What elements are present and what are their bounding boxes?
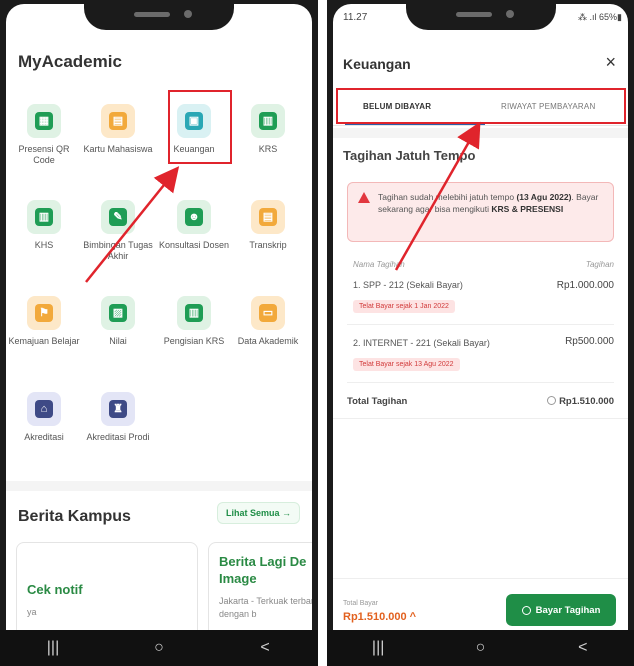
menu-item-data-akademik[interactable]: ▭ Data Akademik xyxy=(232,296,304,347)
alert-date: (13 Agu 2022) xyxy=(516,192,572,202)
news-card[interactable]: Cek notif ya xyxy=(16,542,198,630)
total-amount-wrap: Rp1.510.000 xyxy=(547,396,614,407)
menu-label: Transkrip xyxy=(249,240,287,250)
footer-label: Total Bayar xyxy=(343,600,379,607)
news-card[interactable]: Berita Lagi De Image Jakarta - Terkuak t… xyxy=(208,542,312,630)
pay-bill-label: Bayar Tagihan xyxy=(535,604,601,616)
myacademic-screen: MyAcademic ▦ Presensi QR Code ▤ Kartu Ma… xyxy=(6,4,312,630)
khs-icon: ▥ xyxy=(27,200,61,234)
news-card-title: Cek notif xyxy=(27,582,83,597)
thesis-guidance-icon: ✎ xyxy=(101,200,135,234)
section-title: Tagihan Jatuh Tempo xyxy=(343,148,476,163)
status-indicators: ⁂ .ıl 65%▮ xyxy=(578,12,622,22)
home-button[interactable]: ○ xyxy=(139,639,179,657)
warning-icon xyxy=(358,192,370,203)
menu-item-presensi-qr[interactable]: ▦ Presensi QR Code xyxy=(8,104,80,166)
footer-amount[interactable]: Rp1.510.000 ^ xyxy=(343,611,416,623)
alert-text: Tagihan sudah melebihi jatuh tempo xyxy=(378,192,517,202)
bill-amount: Rp500.000 xyxy=(565,336,614,347)
learning-progress-icon: ⚑ xyxy=(27,296,61,330)
menu-item-akreditasi[interactable]: ⌂ Akreditasi xyxy=(8,392,80,443)
academic-data-icon: ▭ xyxy=(251,296,285,330)
menu-label: Akreditasi xyxy=(24,432,64,442)
menu-item-bimbingan-tugas-akhir[interactable]: ✎ Bimbingan Tugas Akhir xyxy=(82,200,154,262)
section-divider xyxy=(6,481,312,491)
late-badge: Telat Bayar sejak 13 Agu 2022 xyxy=(353,358,460,371)
see-all-button[interactable]: Lihat Semua → xyxy=(216,502,300,524)
news-card-desc: Jakarta - Terkuak terbaru dengan b xyxy=(219,596,312,619)
back-button[interactable]: < xyxy=(563,639,603,657)
bill-amount: Rp1.000.000 xyxy=(556,280,614,291)
alert-requirement: KRS & PRESENSI xyxy=(491,204,564,214)
check-circle-icon xyxy=(521,605,531,615)
menu-label: Nilai xyxy=(109,336,127,346)
menu-item-nilai[interactable]: ▨ Nilai xyxy=(82,296,154,347)
news-section-title: Berita Kampus xyxy=(18,508,131,525)
keuangan-highlight-box xyxy=(168,90,232,164)
krs-icon: ▥ xyxy=(251,104,285,138)
overdue-alert: Tagihan sudah melebihi jatuh tempo (13 A… xyxy=(347,182,614,242)
column-header-name: Nama Tagihan xyxy=(353,260,405,269)
total-label: Total Tagihan xyxy=(347,396,408,407)
transcript-icon: ▤ xyxy=(251,200,285,234)
list-divider xyxy=(333,418,628,419)
clock-icon xyxy=(547,396,557,405)
menu-label: Kemajuan Belajar xyxy=(8,336,80,346)
menu-item-kartu-mahasiswa[interactable]: ▤ Kartu Mahasiswa xyxy=(82,104,154,155)
keuangan-screen: 11.27 ⁂ .ıl 65%▮ Keuangan × BELUM DIBAYA… xyxy=(333,4,628,630)
recent-apps-button[interactable]: ||| xyxy=(358,639,398,657)
bill-name: 2. INTERNET - 221 (Sekali Bayar) xyxy=(353,338,490,348)
back-button[interactable]: < xyxy=(245,639,285,657)
section-divider xyxy=(333,128,628,138)
pay-bill-button[interactable]: Bayar Tagihan xyxy=(506,594,616,626)
bill-name: 1. SPP - 212 (Sekali Bayar) xyxy=(353,280,463,290)
phone-notch xyxy=(84,0,234,30)
lecturer-consultation-icon: ☻ xyxy=(177,200,211,234)
accreditation-icon: ⌂ xyxy=(27,392,61,426)
menu-item-konsultasi-dosen[interactable]: ☻ Konsultasi Dosen xyxy=(158,200,230,251)
program-accreditation-icon: ♜ xyxy=(101,392,135,426)
krs-filling-icon: ▥ xyxy=(177,296,211,330)
right-phone-frame: 11.27 ⁂ .ıl 65%▮ Keuangan × BELUM DIBAYA… xyxy=(327,0,634,666)
app-title: MyAcademic xyxy=(18,52,122,71)
menu-label: Akreditasi Prodi xyxy=(86,432,150,442)
news-card-desc: ya xyxy=(27,607,37,617)
news-card-title: Berita Lagi De Image xyxy=(219,554,307,586)
menu-label: Pengisian KRS xyxy=(163,336,225,346)
student-card-icon: ▤ xyxy=(101,104,135,138)
menu-item-krs[interactable]: ▥ KRS xyxy=(232,104,304,155)
recent-apps-button[interactable]: ||| xyxy=(33,639,73,657)
phone-notch xyxy=(405,0,556,30)
menu-item-khs[interactable]: ▥ KHS xyxy=(8,200,80,251)
menu-label: KHS xyxy=(34,240,54,250)
menu-label: Kartu Mahasiswa xyxy=(83,144,153,154)
grades-icon: ▨ xyxy=(101,296,135,330)
tabs-highlight-box xyxy=(336,88,626,124)
qr-code-icon: ▦ xyxy=(27,104,61,138)
menu-item-transkrip[interactable]: ▤ Transkrip xyxy=(232,200,304,251)
android-nav-bar: ||| ○ < xyxy=(327,630,634,666)
menu-item-pengisian-krs[interactable]: ▥ Pengisian KRS xyxy=(158,296,230,347)
page-title: Keuangan xyxy=(343,56,411,72)
menu-label: Konsultasi Dosen xyxy=(158,240,230,250)
total-amount: Rp1.510.000 xyxy=(559,396,614,407)
menu-label: Bimbingan Tugas Akhir xyxy=(83,240,153,261)
close-icon[interactable]: × xyxy=(605,52,616,73)
row-divider xyxy=(347,382,614,383)
late-badge: Telat Bayar sejak 1 Jan 2022 xyxy=(353,300,455,313)
menu-label: KRS xyxy=(258,144,278,154)
row-divider xyxy=(347,324,614,325)
left-phone-frame: MyAcademic ▦ Presensi QR Code ▤ Kartu Ma… xyxy=(0,0,318,666)
menu-label: Presensi QR Code xyxy=(18,144,70,165)
status-time: 11.27 xyxy=(343,12,368,23)
column-header-amount: Tagihan xyxy=(585,260,614,269)
menu-label: Data Akademik xyxy=(237,336,299,346)
screenshot-composite: MyAcademic ▦ Presensi QR Code ▤ Kartu Ma… xyxy=(0,0,634,666)
android-nav-bar: ||| ○ < xyxy=(0,630,318,666)
menu-item-kemajuan-belajar[interactable]: ⚑ Kemajuan Belajar xyxy=(8,296,80,347)
menu-item-akreditasi-prodi[interactable]: ♜ Akreditasi Prodi xyxy=(82,392,154,443)
home-button[interactable]: ○ xyxy=(460,639,500,657)
